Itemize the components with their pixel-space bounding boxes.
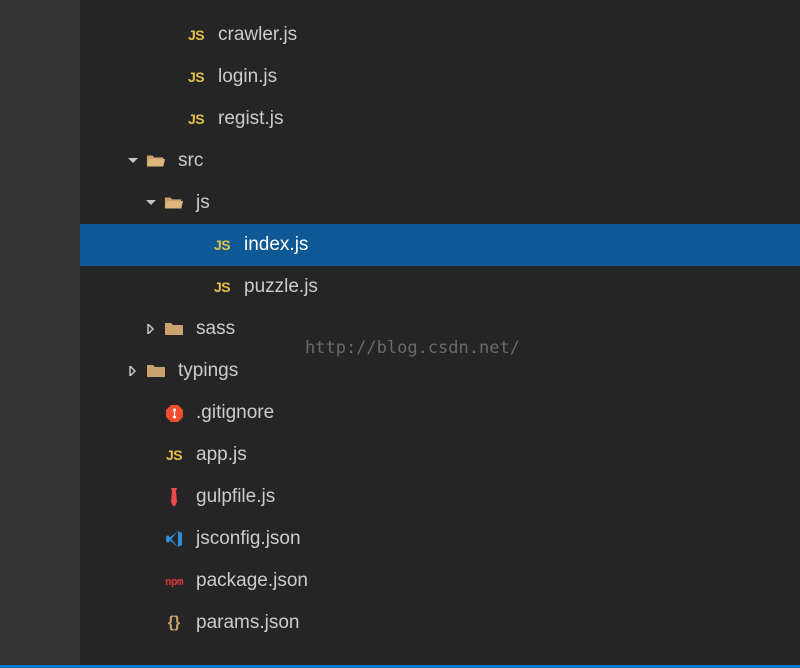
tree-item-label: login.js: [218, 66, 277, 88]
tree-item-label: typings: [178, 360, 238, 382]
tree-item-label: index.js: [244, 234, 308, 256]
folder-open-icon: [144, 153, 168, 169]
tree-item-label: regist.js: [218, 108, 283, 130]
tree-item-src[interactable]: src: [80, 140, 800, 182]
tree-item-label: params.json: [196, 612, 300, 634]
js-file-icon: JS: [162, 447, 186, 463]
tree-item-label: gulpfile.js: [196, 486, 275, 508]
json-icon: {}: [162, 614, 186, 632]
js-file-icon: JS: [184, 27, 208, 43]
folder-icon: [162, 321, 186, 337]
tree-item-label: routes: [178, 0, 231, 4]
tree-item-label: puzzle.js: [244, 276, 318, 298]
tree-item-routes[interactable]: routes: [80, 0, 800, 14]
js-file-icon: JS: [210, 279, 234, 295]
vscode-icon: [162, 530, 186, 548]
tree-item-sass[interactable]: sass: [80, 308, 800, 350]
tree-item-params-json[interactable]: {} params.json: [80, 602, 800, 644]
tree-item--gitignore[interactable]: .gitignore: [80, 392, 800, 434]
tree-item-label: js: [196, 192, 210, 214]
gulp-icon: [162, 488, 186, 506]
tree-item-typings[interactable]: typings: [80, 350, 800, 392]
tree-item-gulpfile-js[interactable]: gulpfile.js: [80, 476, 800, 518]
tree-item-login-js[interactable]: JS login.js: [80, 56, 800, 98]
chevron-right-icon[interactable]: [126, 366, 140, 376]
git-icon: [162, 405, 186, 422]
tree-item-app-js[interactable]: JS app.js: [80, 434, 800, 476]
tree-item-label: src: [178, 150, 203, 172]
tree-item-puzzle-js[interactable]: JS puzzle.js: [80, 266, 800, 308]
chevron-down-icon[interactable]: [126, 156, 140, 166]
chevron-down-icon[interactable]: [144, 198, 158, 208]
tree-item-index-js[interactable]: JS index.js: [80, 224, 800, 266]
tree-item-label: package.json: [196, 570, 308, 592]
tree-item-crawler-js[interactable]: JS crawler.js: [80, 14, 800, 56]
folder-open-icon: [144, 0, 168, 1]
tree-item-label: .gitignore: [196, 402, 274, 424]
tree-item-js[interactable]: js: [80, 182, 800, 224]
chevron-right-icon[interactable]: [144, 324, 158, 334]
tree-item-regist-js[interactable]: JS regist.js: [80, 98, 800, 140]
folder-open-icon: [162, 195, 186, 211]
tree-item-jsconfig-json[interactable]: jsconfig.json: [80, 518, 800, 560]
activity-bar: [0, 0, 80, 668]
tree-item-label: app.js: [196, 444, 247, 466]
tree-item-label: jsconfig.json: [196, 528, 301, 550]
js-file-icon: JS: [210, 237, 234, 253]
folder-icon: [144, 363, 168, 379]
tree-item-label: sass: [196, 318, 235, 340]
tree-item-label: crawler.js: [218, 24, 297, 46]
npm-icon: npm: [162, 575, 186, 588]
file-explorer: routes JS crawler.js JS login.js JS regist.js s…: [80, 0, 800, 668]
tree-item-package-json[interactable]: npm package.json: [80, 560, 800, 602]
js-file-icon: JS: [184, 69, 208, 85]
js-file-icon: JS: [184, 111, 208, 127]
